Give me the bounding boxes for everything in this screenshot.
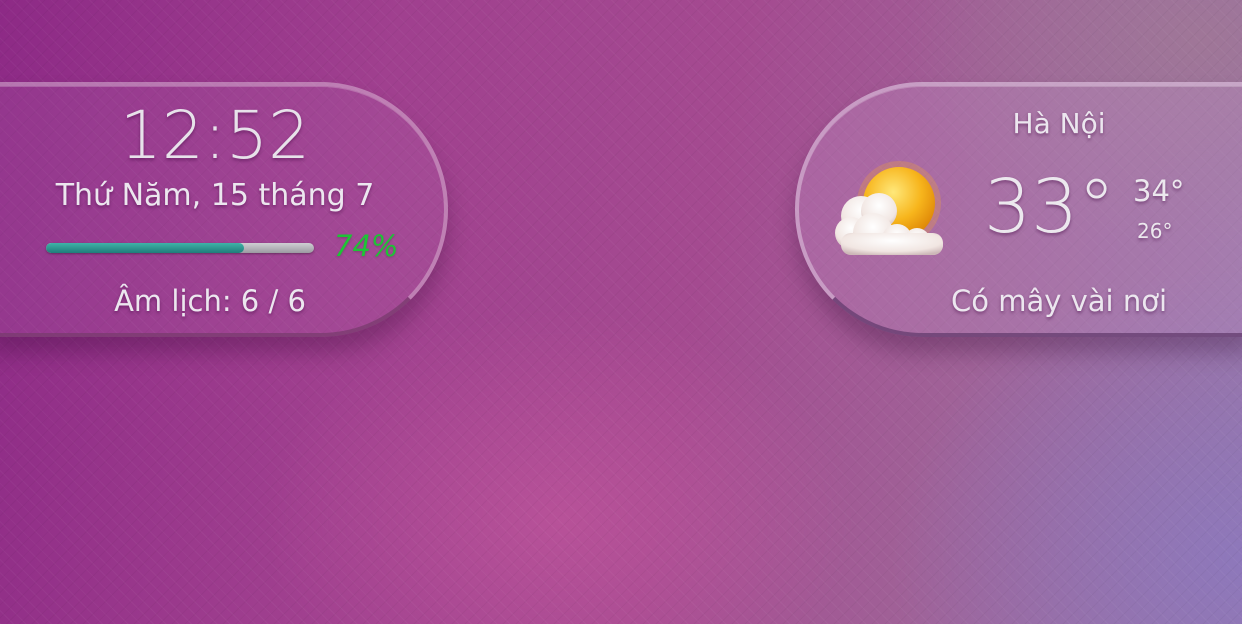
partly-cloudy-sun-icon [835,161,943,255]
temperature-high: 34° [1133,174,1185,208]
temperature-low: 26° [1137,219,1173,243]
clock-widget[interactable]: 12:52 Thứ Năm, 15 tháng 7 74% Âm lịch: 6… [0,82,448,337]
clock-date[interactable]: Thứ Năm, 15 tháng 7 [30,174,400,218]
lunar-date[interactable]: Âm lịch: 6 / 6 [90,279,330,323]
weather-widget[interactable]: Hà Nội 33° 34° 26° Có mây vài nơi [795,82,1242,337]
temperature-current[interactable]: 33° [984,162,1115,252]
battery-bar-fill [46,243,245,253]
battery-percent: 74% [334,229,399,263]
battery-bar [46,243,314,253]
weather-condition: Có mây vài nơi [951,284,1167,318]
weather-city[interactable]: Hà Nội [949,104,1169,144]
clock-time[interactable]: 12:52 [115,96,315,176]
